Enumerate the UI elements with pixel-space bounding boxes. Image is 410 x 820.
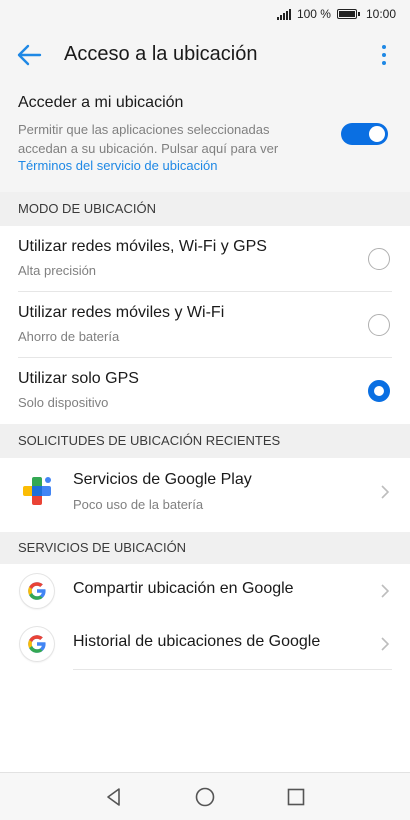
signal-icon: [276, 8, 291, 20]
service-item-share-location[interactable]: Compartir ubicación en Google: [0, 564, 410, 617]
mode-option-device-only[interactable]: Utilizar solo GPS Solo dispositivo: [0, 358, 410, 424]
section-header-services: SERVICIOS DE UBICACIÓN: [0, 532, 410, 564]
radio-button-checked[interactable]: [368, 380, 390, 402]
location-access-title: Acceder a mi ubicación: [18, 94, 184, 111]
battery-percent: 100 %: [296, 7, 331, 21]
mode-option-high-accuracy[interactable]: Utilizar redes móviles, Wi-Fi y GPS Alta…: [0, 226, 410, 292]
settings-content: Acceder a mi ubicación Permitir que las …: [0, 80, 410, 772]
mode-option-title: Utilizar solo GPS: [18, 370, 139, 387]
location-terms-link[interactable]: Términos del servicio de ubicación: [18, 158, 217, 173]
recent-item-subtitle: Poco uso de la batería: [73, 497, 204, 512]
chevron-right-icon: [380, 584, 390, 598]
mode-option-subtitle: Ahorro de batería: [18, 329, 120, 344]
more-vert-icon[interactable]: [374, 40, 394, 70]
google-icon: [20, 574, 54, 608]
service-item-title: Compartir ubicación en Google: [73, 580, 294, 597]
section-header-mode: MODO DE UBICACIÓN: [0, 192, 410, 226]
mode-option-battery-saving[interactable]: Utilizar redes móviles y Wi-Fi Ahorro de…: [0, 292, 410, 358]
toggle-knob: [369, 126, 385, 142]
service-item-title: Historial de ubicaciones de Google: [73, 633, 321, 650]
service-item-location-history[interactable]: Historial de ubicaciones de Google: [0, 617, 410, 670]
battery-icon: [336, 9, 360, 19]
clock: 10:00: [365, 7, 396, 21]
mode-option-subtitle: Solo dispositivo: [18, 395, 109, 410]
chevron-right-icon: [380, 485, 390, 499]
google-play-services-icon: [20, 474, 54, 508]
chevron-right-icon: [380, 637, 390, 651]
location-access-description: Permitir que las aplicaciones selecciona…: [18, 122, 279, 156]
navigation-bar: [0, 772, 410, 820]
section-header-recent: SOLICITUDES DE UBICACIÓN RECIENTES: [0, 424, 410, 458]
app-bar: Acceso a la ubicación: [0, 30, 410, 80]
recent-item-title: Servicios de Google Play: [73, 471, 252, 488]
nav-back-icon[interactable]: [102, 785, 126, 809]
nav-recents-icon[interactable]: [284, 785, 308, 809]
location-access-toggle[interactable]: [341, 123, 388, 145]
radio-button[interactable]: [368, 314, 390, 336]
google-icon: [20, 627, 54, 661]
mode-option-title: Utilizar redes móviles y Wi-Fi: [18, 304, 225, 321]
nav-home-icon[interactable]: [193, 785, 217, 809]
radio-button[interactable]: [368, 248, 390, 270]
mode-option-subtitle: Alta precisión: [18, 263, 97, 278]
mode-option-title: Utilizar redes móviles, Wi-Fi y GPS: [18, 238, 267, 255]
arrow-back-icon[interactable]: [14, 40, 46, 70]
recent-request-item[interactable]: Servicios de Google Play Poco uso de la …: [0, 458, 410, 526]
page-title: Acceso a la ubicación: [64, 43, 258, 65]
status-bar: 100 % 10:00: [0, 0, 410, 30]
location-access-setting: Acceder a mi ubicación Permitir que las …: [0, 80, 410, 192]
